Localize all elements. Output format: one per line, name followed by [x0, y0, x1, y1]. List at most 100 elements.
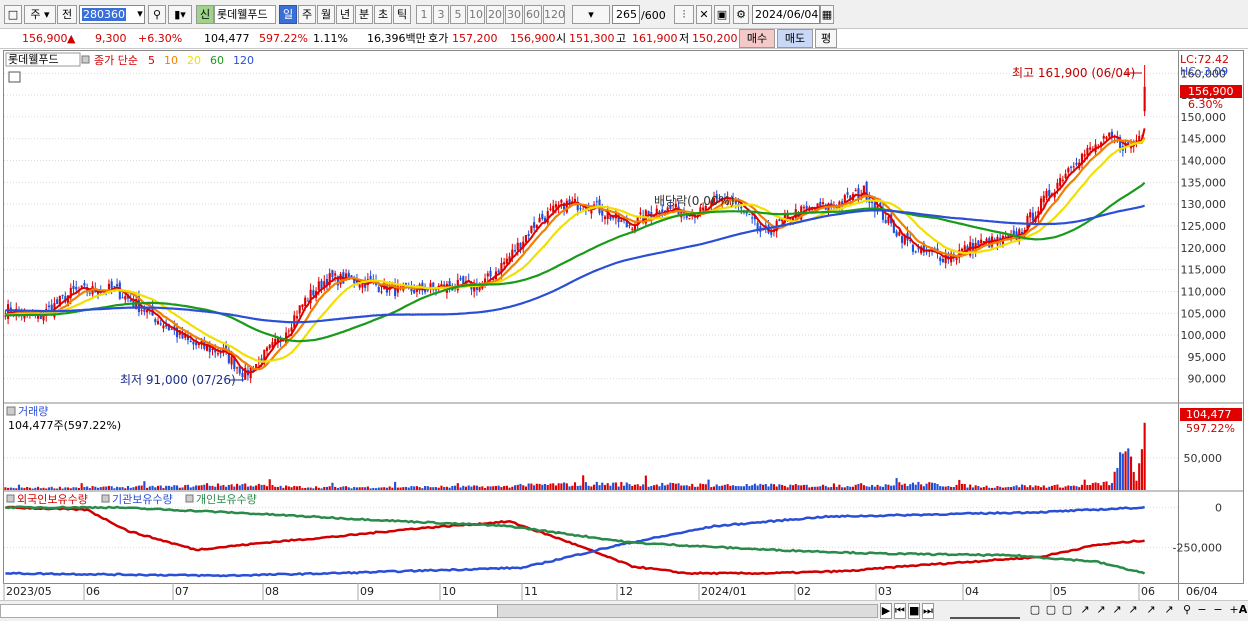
- interval-button-1[interactable]: 1: [416, 5, 432, 24]
- zoom-reset-icon[interactable]: −: [1212, 603, 1224, 619]
- period-button-5[interactable]: 초: [374, 5, 392, 24]
- ma-period-label: 5: [148, 54, 155, 67]
- toolbar-icon-8[interactable]: ↗: [1144, 603, 1158, 619]
- candle-body: [527, 234, 530, 237]
- toolbar-icon-9[interactable]: ↗: [1162, 603, 1176, 619]
- interval-button-120[interactable]: 120: [543, 5, 565, 24]
- period-button-1[interactable]: 주: [298, 5, 316, 24]
- scroll-track[interactable]: [0, 604, 878, 618]
- volume-bar: [691, 483, 694, 490]
- scroll-thumb[interactable]: [497, 605, 877, 617]
- volume-bar: [388, 486, 391, 490]
- toolbar-icon-4[interactable]: ↗: [1078, 603, 1092, 619]
- volume-bar: [282, 487, 285, 490]
- period-button-3[interactable]: 년: [336, 5, 354, 24]
- gear-icon[interactable]: ⚙: [733, 5, 749, 24]
- volume-bar: [12, 487, 15, 490]
- candle-body: [917, 248, 920, 250]
- zoom-out-icon[interactable]: −: [1196, 603, 1208, 619]
- candle-body: [1056, 182, 1059, 189]
- chart-type-icon[interactable]: ⫶: [674, 5, 694, 24]
- interval-dropdown[interactable]: ▾: [572, 5, 610, 24]
- volume-bar: [527, 483, 530, 490]
- sin-button[interactable]: 신: [196, 5, 214, 24]
- toolbar-icon-2[interactable]: ▢: [1044, 603, 1058, 619]
- buy-button[interactable]: 매수: [739, 29, 775, 48]
- candle-body: [486, 273, 489, 277]
- candle-body: [505, 258, 508, 264]
- stock-name-field[interactable]: 롯데웰푸드: [214, 5, 276, 24]
- price-y-tick: 130,000: [1181, 198, 1227, 211]
- scroll-bar[interactable]: ▶ ⏮ ■ ⏭ ▢ ▢ ▢ ↗ ↗ ↗ ↗ ↗ ↗ ⚲ − − + A: [0, 600, 1248, 621]
- count-input[interactable]: 265: [612, 5, 640, 24]
- candle-body: [805, 206, 808, 209]
- toolbar-icon-1[interactable]: ▢: [1028, 603, 1042, 619]
- search-icon[interactable]: ⚲: [148, 5, 166, 24]
- interval-button-60[interactable]: 60: [524, 5, 542, 24]
- candle-body: [513, 250, 517, 252]
- quote-amount: 16,396백만: [367, 32, 426, 45]
- quote-low: 150,200: [692, 32, 738, 45]
- candle-body: [159, 323, 162, 325]
- candle-body: [235, 367, 239, 369]
- volume-bar: [647, 486, 650, 490]
- magnify-icon[interactable]: ⚲: [1180, 603, 1194, 619]
- sell-button[interactable]: 매도: [777, 29, 813, 48]
- volume-bar: [64, 487, 67, 490]
- save-icon[interactable]: ▣: [714, 5, 730, 24]
- volume-bar: [4, 487, 7, 490]
- volume-bar: [301, 488, 304, 490]
- zoom-a-icon[interactable]: A: [1238, 603, 1248, 619]
- volume-bar: [178, 487, 181, 490]
- volume-bar: [137, 485, 140, 490]
- volume-bar: [1064, 486, 1067, 490]
- volume-bar: [143, 481, 146, 490]
- volume-bar: [394, 481, 397, 490]
- stop-icon[interactable]: ■: [908, 603, 920, 619]
- rewind-icon[interactable]: ⏮: [894, 603, 906, 619]
- last-volume-pct: 597.22%: [1186, 422, 1235, 435]
- forward-icon[interactable]: ⏭: [922, 603, 934, 619]
- crosshair-icon[interactable]: ✕: [696, 5, 712, 24]
- candle-body: [1012, 230, 1015, 235]
- last-price-pct: 6.30%: [1188, 98, 1223, 111]
- zoom-slider[interactable]: [950, 603, 1020, 619]
- volume-bar: [658, 486, 661, 490]
- toolbar-icon-6[interactable]: ↗: [1110, 603, 1124, 619]
- volume-bar: [800, 485, 803, 490]
- ma-label: 종가 단순: [94, 54, 138, 67]
- play-icon[interactable]: ▶: [880, 603, 892, 619]
- period-button-2[interactable]: 월: [317, 5, 335, 24]
- volume-bar: [121, 487, 124, 490]
- interval-button-3[interactable]: 3: [433, 5, 449, 24]
- volume-bar: [917, 481, 920, 490]
- avg-button[interactable]: 평: [815, 29, 837, 48]
- interval-button-10[interactable]: 10: [467, 5, 485, 24]
- calendar-icon[interactable]: ▦: [820, 5, 834, 24]
- toolbar-icon-3[interactable]: ▢: [1060, 603, 1074, 619]
- prev-button[interactable]: 전: [57, 5, 77, 24]
- volume-bar: [407, 487, 410, 490]
- candle-body: [980, 239, 983, 244]
- x-tick-label: 08: [265, 585, 279, 598]
- volume-bar: [325, 486, 329, 490]
- stock-chart[interactable]: 2023/05 06 07 08 09 10 11 12 2024/01 02 03 04 05 06 06…: [0, 50, 1248, 600]
- volume-bar: [176, 485, 179, 490]
- period-button-4[interactable]: 분: [355, 5, 373, 24]
- volume-bar: [579, 485, 582, 490]
- toolbar: □ 주 ▾ 전 280360 ▾ ⚲ ▮▾ 신 롯데웰푸드 ▾ 265 /600…: [0, 0, 1248, 29]
- candle-icon[interactable]: ▮▾: [168, 5, 192, 24]
- layout-icon[interactable]: □: [4, 5, 22, 24]
- period-type-select[interactable]: 주 ▾: [24, 5, 56, 24]
- chevron-down-icon[interactable]: ▾: [134, 5, 146, 24]
- toolbar-icon-7[interactable]: ↗: [1126, 603, 1140, 619]
- interval-button-20[interactable]: 20: [486, 5, 504, 24]
- volume-bar: [350, 488, 353, 490]
- period-button-0[interactable]: 일: [279, 5, 297, 24]
- date-input[interactable]: 2024/06/04: [752, 5, 820, 24]
- period-button-6[interactable]: 틱: [393, 5, 411, 24]
- volume-bar: [146, 487, 149, 490]
- interval-button-30[interactable]: 30: [505, 5, 523, 24]
- toolbar-icon-5[interactable]: ↗: [1094, 603, 1108, 619]
- interval-button-5[interactable]: 5: [450, 5, 466, 24]
